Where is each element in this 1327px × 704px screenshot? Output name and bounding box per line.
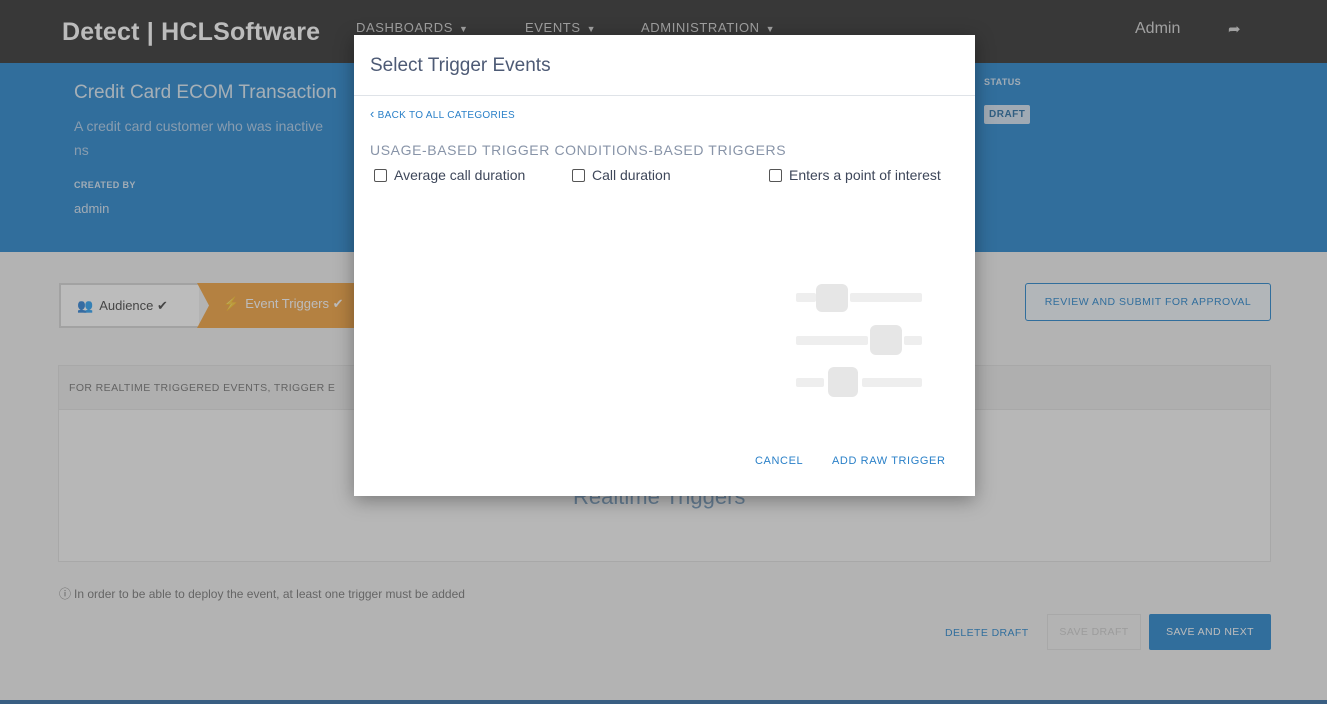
category-header: USAGE-BASED TRIGGER CONDITIONS-BASED TRI… bbox=[370, 142, 787, 158]
modal-title: Select Trigger Events bbox=[370, 55, 551, 76]
back-to-categories-link[interactable]: ‹ BACK TO ALL CATEGORIES bbox=[370, 106, 515, 121]
checkbox[interactable] bbox=[769, 168, 782, 182]
modal-divider bbox=[354, 95, 975, 96]
cancel-button[interactable]: CANCEL bbox=[755, 455, 803, 467]
checkbox[interactable] bbox=[374, 168, 387, 182]
checkbox[interactable] bbox=[572, 168, 585, 182]
add-raw-trigger-button[interactable]: ADD RAW TRIGGER bbox=[832, 455, 946, 467]
option-average-call-duration[interactable]: Average call duration bbox=[374, 167, 525, 183]
chevron-left-icon: ‹ bbox=[370, 106, 375, 121]
sliders-illustration-icon bbox=[796, 284, 922, 397]
option-call-duration[interactable]: Call duration bbox=[572, 167, 671, 183]
option-enters-point-of-interest[interactable]: Enters a point of interest bbox=[769, 167, 941, 183]
select-trigger-events-modal: Select Trigger Events ‹ BACK TO ALL CATEG… bbox=[354, 35, 975, 496]
